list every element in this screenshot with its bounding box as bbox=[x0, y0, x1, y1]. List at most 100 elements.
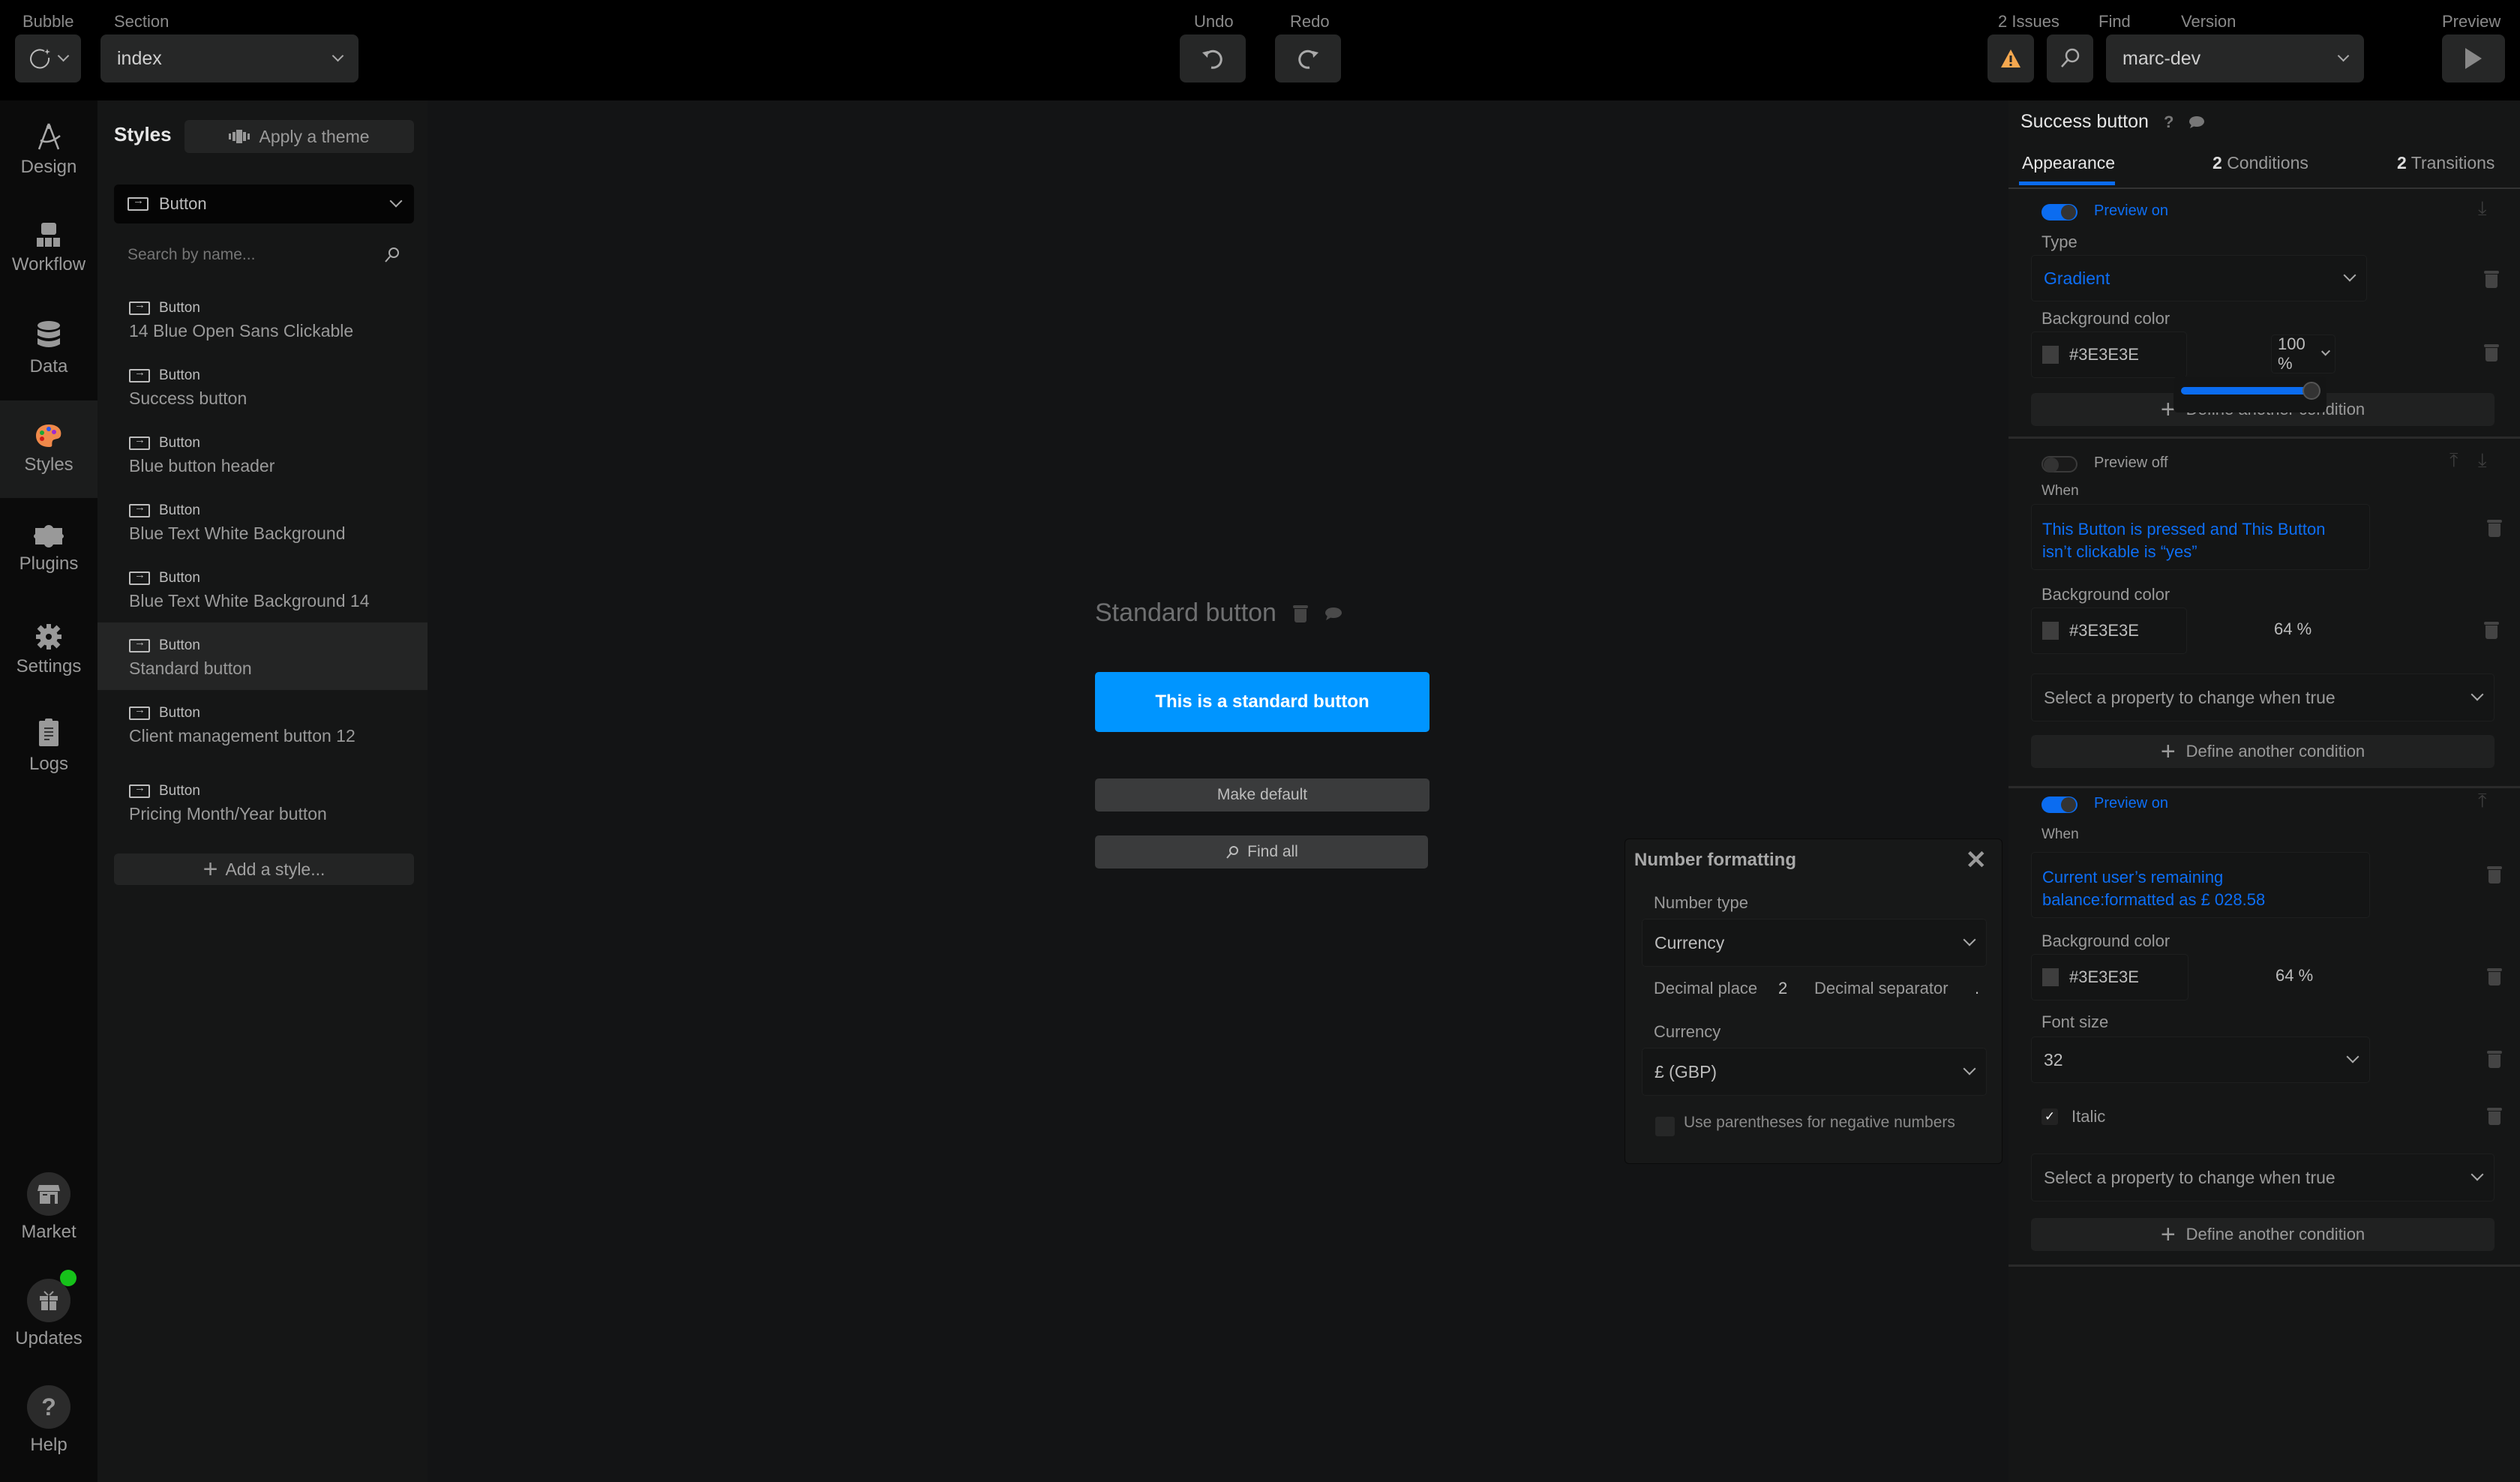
make-default-button[interactable]: Make default bbox=[1095, 778, 1430, 812]
nav-updates[interactable]: Updates bbox=[0, 1262, 98, 1366]
apply-theme-button[interactable]: Apply a theme bbox=[184, 120, 414, 153]
nav-styles[interactable]: Styles bbox=[0, 400, 98, 498]
nav-design[interactable]: Design bbox=[0, 100, 98, 198]
tab-conditions[interactable]: 2 Conditions bbox=[2212, 153, 2308, 173]
color-swatch[interactable] bbox=[2042, 968, 2059, 986]
redo-label: Redo bbox=[1290, 12, 1330, 31]
nav-market[interactable]: Market bbox=[0, 1155, 98, 1260]
nav-plugins[interactable]: Plugins bbox=[0, 501, 98, 598]
tab-appearance[interactable]: Appearance bbox=[2019, 153, 2115, 185]
opacity-slider-handle[interactable] bbox=[2302, 382, 2320, 400]
style-search-input[interactable] bbox=[128, 246, 375, 264]
style-list-item[interactable]: Button Client management button 12 bbox=[98, 690, 428, 758]
style-title-row: Standard button bbox=[1095, 598, 1342, 628]
opacity-slider-fill bbox=[2181, 387, 2312, 394]
condition2-expression-text: Current user’s remaining balance:formatt… bbox=[2042, 868, 2266, 909]
condition1-preview-status: Preview off bbox=[2094, 454, 2168, 471]
font-size-dropdown[interactable]: 32 bbox=[2031, 1036, 2370, 1083]
condition1-expression[interactable]: This Button is pressed and This Button i… bbox=[2031, 504, 2370, 570]
delete-style-icon[interactable] bbox=[1292, 604, 1308, 622]
delete-icon[interactable] bbox=[2487, 968, 2502, 986]
condition2-define-condition-button[interactable]: + Define another condition bbox=[2031, 1218, 2494, 1251]
move-down-icon[interactable]: ⤓ bbox=[2478, 196, 2487, 220]
condition2-preview-toggle[interactable] bbox=[2042, 796, 2078, 813]
condition1-define-condition-button[interactable]: + Define another condition bbox=[2031, 735, 2494, 768]
preview-status: Preview on bbox=[2094, 202, 2168, 219]
number-type-dropdown[interactable]: Currency bbox=[1642, 919, 1987, 967]
color-swatch[interactable] bbox=[2042, 622, 2059, 640]
condition2-expression[interactable]: Current user’s remaining balance:formatt… bbox=[2031, 852, 2370, 918]
nav-workflow[interactable]: Workflow bbox=[0, 200, 98, 297]
delete-icon[interactable] bbox=[2484, 621, 2499, 639]
undo-button[interactable] bbox=[1180, 34, 1246, 82]
undo-label: Undo bbox=[1194, 12, 1234, 31]
currency-dropdown[interactable]: £ (GBP) bbox=[1642, 1048, 1987, 1096]
style-list-item[interactable]: Button Blue Text White Background 14 bbox=[98, 555, 428, 622]
bg-color-input[interactable]: #3E3E3E bbox=[2031, 332, 2187, 378]
tab-transitions[interactable]: 2 Transitions bbox=[2397, 153, 2494, 173]
comment-icon[interactable] bbox=[2188, 116, 2205, 129]
nav-logs[interactable]: Logs bbox=[0, 698, 98, 795]
preview-toggle[interactable] bbox=[2042, 204, 2078, 220]
condition1-preview-toggle[interactable] bbox=[2042, 456, 2078, 472]
style-search[interactable] bbox=[114, 236, 414, 274]
move-down-icon[interactable]: ⤓ bbox=[2478, 448, 2487, 472]
button-element-icon bbox=[129, 568, 150, 585]
preview-button[interactable] bbox=[2442, 34, 2505, 82]
nav-plugins-label: Plugins bbox=[19, 554, 79, 574]
style-list-item[interactable]: Button Success button bbox=[98, 352, 428, 420]
delete-icon[interactable] bbox=[2484, 270, 2499, 288]
condition2-property-dropdown[interactable]: Select a property to change when true bbox=[2031, 1154, 2494, 1202]
move-up-icon[interactable]: ⤒ bbox=[2450, 448, 2458, 472]
condition2-property-placeholder: Select a property to change when true bbox=[2044, 1167, 2336, 1187]
close-icon[interactable]: ✕ bbox=[1966, 845, 1988, 875]
element-type-dropdown[interactable]: Button bbox=[114, 184, 414, 224]
condition1-opacity[interactable]: 64 % bbox=[2274, 620, 2312, 639]
opacity-dropdown[interactable]: 100 % bbox=[2271, 334, 2336, 374]
style-list-item[interactable]: Button Blue Text White Background bbox=[98, 488, 428, 555]
move-up-icon[interactable]: ⤒ bbox=[2478, 789, 2487, 813]
compass-icon bbox=[38, 123, 61, 150]
clipboard-icon bbox=[39, 718, 58, 746]
decimal-place-value[interactable]: 2 bbox=[1778, 979, 1787, 998]
nav-data[interactable]: Data bbox=[0, 300, 98, 398]
delete-icon[interactable] bbox=[2487, 519, 2502, 537]
bubble-menu-button[interactable] bbox=[15, 34, 81, 82]
nav-help[interactable]: ? Help bbox=[0, 1368, 98, 1473]
type-dropdown[interactable]: Gradient bbox=[2031, 255, 2367, 302]
chevron-down-icon bbox=[2470, 688, 2484, 701]
condition1-property-dropdown[interactable]: Select a property to change when true bbox=[2031, 674, 2494, 722]
style-list-item[interactable]: Button Blue button header bbox=[98, 420, 428, 488]
standard-button-preview[interactable]: This is a standard button bbox=[1095, 672, 1430, 732]
find-all-button[interactable]: Find all bbox=[1095, 836, 1428, 868]
opacity-slider-track[interactable] bbox=[2181, 382, 2320, 400]
help-icon[interactable]: ? bbox=[2164, 112, 2174, 132]
condition2-opacity[interactable]: 64 % bbox=[2276, 966, 2313, 986]
button-element-icon bbox=[129, 782, 150, 798]
find-button[interactable] bbox=[2047, 34, 2093, 82]
italic-checkbox[interactable]: ✓ bbox=[2042, 1108, 2058, 1125]
redo-button[interactable] bbox=[1275, 34, 1341, 82]
delete-icon[interactable] bbox=[2487, 1107, 2502, 1125]
delete-icon[interactable] bbox=[2487, 1050, 2502, 1068]
style-list-item[interactable]: Button Standard button bbox=[98, 622, 428, 690]
condition1-bg-color-input[interactable]: #3E3E3E bbox=[2031, 608, 2187, 654]
nav-settings[interactable]: Settings bbox=[0, 602, 98, 699]
condition2-bg-color-input[interactable]: #3E3E3E bbox=[2031, 954, 2188, 1000]
comment-icon[interactable] bbox=[1324, 606, 1342, 621]
condition1-bg-value: #3E3E3E bbox=[2069, 621, 2139, 640]
color-swatch[interactable] bbox=[2042, 346, 2059, 364]
version-dropdown[interactable]: marc-dev bbox=[2106, 34, 2364, 82]
number-formatting-popup: Number formatting ✕ Number type Currency… bbox=[1624, 838, 2002, 1164]
style-list-item[interactable]: Button 14 Blue Open Sans Clickable bbox=[98, 285, 428, 352]
delete-icon[interactable] bbox=[2484, 344, 2499, 362]
decimal-place-label: Decimal place bbox=[1654, 979, 1758, 998]
add-style-button[interactable]: + Add a style... bbox=[114, 854, 414, 885]
section-dropdown[interactable]: index bbox=[100, 34, 358, 82]
parentheses-label: Use parentheses for negative numbers bbox=[1684, 1114, 1955, 1131]
issues-button[interactable] bbox=[1988, 34, 2034, 82]
delete-icon[interactable] bbox=[2487, 866, 2502, 884]
style-list-item[interactable]: Button Pricing Month/Year button bbox=[98, 768, 428, 836]
decimal-separator-value[interactable]: . bbox=[1975, 979, 1979, 998]
parentheses-checkbox[interactable] bbox=[1655, 1117, 1675, 1136]
